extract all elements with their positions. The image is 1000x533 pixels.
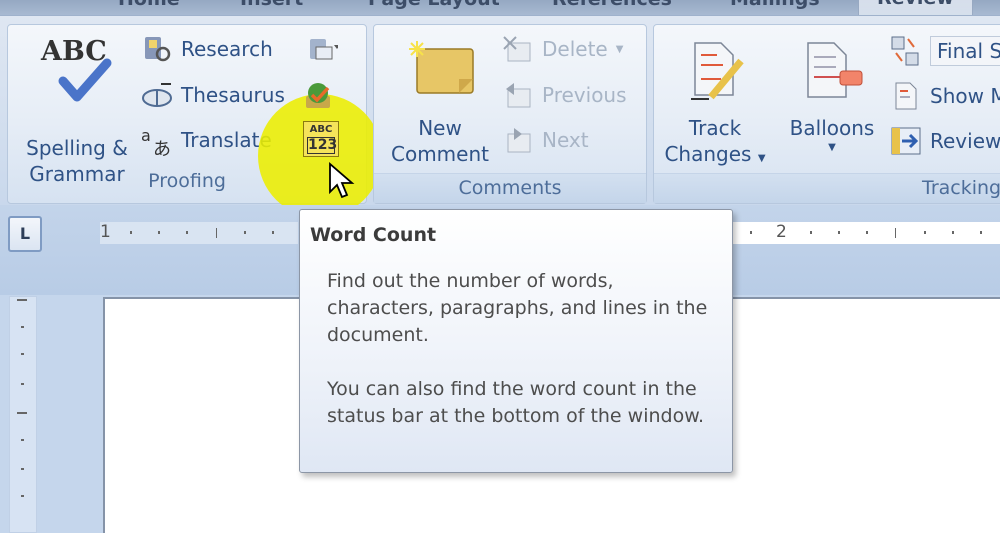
display-for-review-dropdown[interactable]: Final S — [890, 35, 1000, 67]
set-language-icon — [306, 35, 340, 63]
reviewing-pane-button[interactable]: Review — [890, 126, 1000, 156]
comments-group-label: Comments — [374, 173, 646, 203]
show-markup-button[interactable]: Show M — [890, 81, 1000, 111]
next-comment-button[interactable]: Next — [502, 126, 589, 154]
next-comment-icon — [502, 126, 534, 154]
proofing-group-label: Proofing — [148, 170, 226, 192]
research-button[interactable]: Research — [141, 35, 273, 63]
previous-comment-button[interactable]: Previous — [502, 81, 627, 109]
thesaurus-book-icon — [141, 81, 173, 109]
track-changes-label: Track Changes ▼ — [664, 116, 766, 166]
display-for-review-icon — [890, 35, 922, 67]
research-icon — [141, 35, 173, 63]
chevron-down-icon: ▼ — [757, 153, 766, 164]
group-tracking: Track Changes ▼ Balloons ▼ Final S Show … — [653, 24, 1000, 204]
horizontal-ruler-right[interactable]: 2 — [732, 222, 1000, 244]
tab-insert[interactable]: Insert — [240, 0, 303, 10]
chevron-down-icon: ▼ — [828, 142, 836, 153]
vertical-ruler[interactable] — [9, 296, 37, 533]
track-changes-button[interactable]: Track Changes ▼ — [656, 39, 774, 172]
horizontal-ruler-left[interactable]: 1 — [100, 222, 298, 244]
translate-icon: aあ — [141, 126, 171, 160]
set-language-dropdown[interactable] — [306, 35, 340, 63]
new-comment-icon — [405, 39, 475, 99]
proofing-language-globe-icon — [302, 82, 336, 112]
spelling-grammar-button[interactable]: ABC Spelling & Grammar — [14, 38, 140, 187]
tab-references[interactable]: References — [552, 0, 672, 10]
delete-comment-icon — [502, 35, 534, 63]
track-changes-icon — [685, 39, 745, 103]
spelling-check-icon: ABC — [37, 38, 117, 109]
show-markup-icon — [890, 81, 922, 111]
word-count-icon: ABC 123 — [303, 121, 339, 157]
tab-page-layout[interactable]: Page Layout — [368, 0, 500, 10]
tracking-group-label: Tracking — [654, 173, 1000, 203]
new-comment-label: New Comment — [391, 116, 489, 166]
group-comments: New Comment Delete ▼ Previous Next Comme… — [373, 24, 647, 204]
delete-comment-button[interactable]: Delete ▼ — [502, 35, 623, 63]
tooltip-hint: You can also find the word count in the … — [327, 378, 705, 427]
tab-home[interactable]: Home — [118, 0, 180, 10]
word-count-tooltip: Word Count Find out the number of words,… — [299, 209, 733, 473]
translate-button[interactable]: aあ Translate — [141, 126, 272, 160]
chevron-down-icon: ▼ — [615, 43, 624, 55]
new-comment-button[interactable]: New Comment — [376, 39, 504, 167]
thesaurus-button[interactable]: Thesaurus — [141, 81, 285, 109]
reviewing-pane-icon — [890, 126, 922, 156]
word-count-button[interactable]: ABC 123 — [303, 121, 339, 157]
balloons-label: Balloons — [789, 116, 875, 140]
previous-comment-icon — [502, 81, 534, 109]
tooltip-title: Word Count — [310, 224, 437, 246]
ribbon-tab-strip: Home Insert Page Layout References Maili… — [0, 0, 1000, 18]
tab-stop-selector[interactable]: L — [8, 216, 42, 252]
mouse-pointer-icon — [329, 162, 355, 199]
ribbon: ABC Spelling & Grammar Research Thesauru… — [0, 15, 1000, 218]
set-language-proofing-button[interactable] — [302, 82, 336, 112]
tooltip-description: Find out the number of words, characters… — [327, 270, 708, 346]
balloons-icon — [800, 39, 864, 103]
balloons-button[interactable]: Balloons ▼ — [780, 39, 884, 155]
tab-mailings[interactable]: Mailings — [730, 0, 820, 10]
